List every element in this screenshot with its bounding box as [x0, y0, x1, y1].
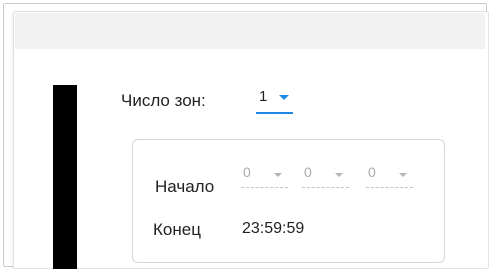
start-hours-select[interactable]: 0 [241, 164, 288, 188]
end-time-value: 23:59:59 [242, 220, 305, 237]
chevron-down-icon [279, 95, 289, 100]
redacted-side-bar [53, 85, 77, 269]
chevron-down-icon [399, 173, 407, 177]
start-label: Начало [155, 177, 215, 196]
start-hours-value: 0 [243, 164, 251, 180]
zones-count-value: 1 [259, 88, 268, 105]
start-minutes-value: 0 [304, 164, 312, 180]
zone-time-panel [132, 139, 445, 263]
end-label: Конец [153, 220, 201, 239]
start-seconds-value: 0 [368, 164, 376, 180]
chevron-down-icon [335, 173, 343, 177]
start-seconds-select[interactable]: 0 [366, 164, 413, 188]
zones-count-label: Число зон: [121, 91, 206, 110]
chevron-down-icon [274, 173, 282, 177]
start-minutes-select[interactable]: 0 [302, 164, 349, 188]
zones-count-select[interactable]: 1 [256, 88, 293, 114]
dialog-header-bar [15, 13, 485, 49]
